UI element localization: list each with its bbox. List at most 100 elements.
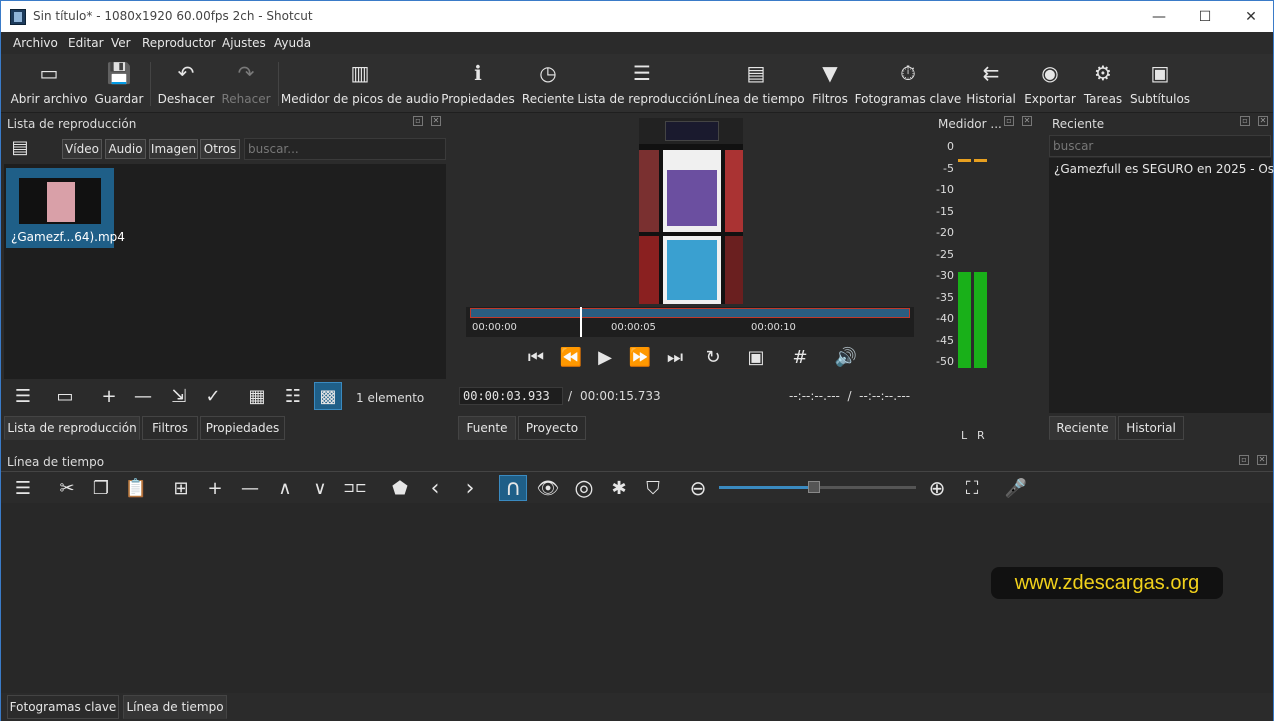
ripple-markers-icon[interactable]: ⛉ — [639, 475, 667, 501]
paste-icon[interactable]: 📋 — [122, 475, 150, 501]
filter-audio-button[interactable]: Audio — [105, 139, 146, 159]
add-icon[interactable]: + — [95, 382, 123, 410]
ripple-icon[interactable]: ◎ — [570, 475, 598, 501]
marker-icon[interactable]: ⬟ — [386, 475, 414, 501]
keyframes-button[interactable]: ⏱ Fotogramas clave — [855, 54, 962, 113]
zoom-preview-icon[interactable]: ▣ — [742, 343, 770, 371]
filters-button[interactable]: ▼ Filtros — [809, 54, 851, 113]
filter-other-button[interactable]: Otros — [200, 139, 240, 159]
playlist-menu-icon[interactable]: ☰ — [9, 382, 37, 410]
playlist-search-input[interactable]: buscar... — [244, 138, 446, 160]
tab-recent[interactable]: Reciente — [1049, 416, 1116, 440]
add-icon[interactable]: + — [201, 475, 229, 501]
undock-icon[interactable]: ▫ — [413, 116, 423, 126]
properties-button[interactable]: ℹ Propiedades — [441, 54, 515, 113]
zoom-slider[interactable] — [719, 481, 916, 493]
next-marker-icon[interactable]: › — [456, 475, 484, 501]
menu-editar[interactable]: Editar — [68, 36, 104, 50]
zoom-slider-handle[interactable] — [807, 481, 820, 493]
tab-playlist[interactable]: Lista de reproducción — [4, 416, 140, 440]
tab-properties[interactable]: Propiedades — [200, 416, 285, 440]
grid-icon[interactable]: # — [786, 343, 814, 371]
menu-archivo[interactable]: Archivo — [13, 36, 58, 50]
grid-view-icon[interactable]: ▩ — [314, 382, 342, 410]
check-icon[interactable]: ✓ — [199, 382, 227, 410]
menu-icon[interactable]: ☰ — [9, 475, 37, 501]
playlist-item[interactable]: ¿Gamezf...64).mp4 — [6, 168, 125, 248]
tab-timeline[interactable]: Línea de tiempo — [123, 695, 227, 719]
playlist-button[interactable]: ☰ Lista de reproducción — [577, 54, 706, 113]
filter-image-button[interactable]: Imagen — [149, 139, 198, 159]
tab-source[interactable]: Fuente — [458, 416, 516, 440]
undock-icon[interactable]: ▫ — [1239, 455, 1249, 465]
playlist-view-icon[interactable]: ▤ — [9, 137, 31, 159]
shotcut-logo-icon — [10, 9, 26, 25]
scrubber[interactable]: 00:00:00 00:00:05 00:00:10 — [466, 307, 914, 337]
menu-ayuda[interactable]: Ayuda — [274, 36, 311, 50]
timeline-button[interactable]: ▤ Línea de tiempo — [707, 54, 804, 113]
close-panel-icon[interactable]: ✕ — [431, 116, 441, 126]
append-icon[interactable]: ⊞ — [167, 475, 195, 501]
close-button[interactable]: ✕ — [1228, 1, 1274, 32]
audio-peak-meter-button[interactable]: ▥ Medidor de picos de audio — [281, 54, 439, 113]
playhead[interactable] — [580, 307, 582, 337]
open-file-button[interactable]: ▭ Abrir archivo — [9, 54, 89, 113]
close-panel-icon[interactable]: ✕ — [1257, 455, 1267, 465]
zoom-fit-icon[interactable]: ⛶ — [958, 475, 986, 501]
subtitles-button[interactable]: ▣ Subtítulos — [1129, 54, 1191, 113]
remove-icon[interactable]: — — [129, 382, 157, 410]
tab-history[interactable]: Historial — [1118, 416, 1184, 440]
skip-next-icon[interactable]: ⏭ — [661, 343, 689, 371]
current-time-input[interactable]: 00:00:03.933 — [459, 387, 563, 405]
recent-item[interactable]: ¿Gamezfull es SEGURO en 2025 - Oscar... — [1054, 162, 1274, 176]
copy-icon[interactable]: ❐ — [87, 475, 115, 501]
record-audio-icon[interactable]: 🎤 — [1002, 475, 1030, 501]
minimize-button[interactable]: — — [1136, 1, 1182, 32]
menu-reproductor[interactable]: Reproductor — [142, 36, 216, 50]
zoom-in-icon[interactable]: ⊕ — [923, 475, 951, 501]
history-button[interactable]: ⇇ Historial — [965, 54, 1017, 113]
menu-bar: Archivo Editar Ver Reproductor Ajustes A… — [1, 32, 1273, 54]
undock-icon[interactable]: ▫ — [1004, 116, 1014, 126]
open-folder-icon[interactable]: ▭ — [51, 382, 79, 410]
skip-previous-icon[interactable]: ⏮ — [522, 343, 550, 371]
filter-video-button[interactable]: Vídeo — [62, 139, 102, 159]
remove-icon[interactable]: — — [236, 475, 264, 501]
zoom-out-icon[interactable]: ⊖ — [684, 475, 712, 501]
close-panel-icon[interactable]: ✕ — [1022, 116, 1032, 126]
rewind-icon[interactable]: ⏪ — [557, 343, 585, 371]
update-icon[interactable]: ⇲ — [165, 382, 193, 410]
play-icon[interactable]: ▶ — [591, 343, 619, 371]
recent-button[interactable]: ◷ Reciente — [521, 54, 575, 113]
tab-keyframes[interactable]: Fotogramas clave — [7, 695, 119, 719]
maximize-button[interactable]: ☐ — [1182, 1, 1228, 32]
cut-icon[interactable]: ✂ — [53, 475, 81, 501]
snap-icon[interactable]: ∩ — [499, 475, 527, 501]
lift-icon[interactable]: ∧ — [271, 475, 299, 501]
export-button[interactable]: ◉ Exportar — [1023, 54, 1077, 113]
undock-icon[interactable]: ▫ — [1240, 116, 1250, 126]
prev-marker-icon[interactable]: ‹ — [421, 475, 449, 501]
audio-meter-panel: Medidor ... ▫ ✕ 0 -5 -10 -15 -20 -25 -30 -35 -40… — [934, 114, 1044, 443]
details-view-icon[interactable]: ▦ — [243, 382, 271, 410]
jobs-button[interactable]: ⚙ Tareas — [1083, 54, 1123, 113]
menu-ajustes[interactable]: Ajustes — [222, 36, 266, 50]
redo-button[interactable]: ↷ Rehacer — [220, 54, 272, 113]
scrub-icon[interactable]: 👁 — [534, 475, 562, 501]
recent-search-input[interactable]: buscar — [1049, 135, 1271, 157]
undo-button[interactable]: ↶ Deshacer — [157, 54, 215, 113]
meter-scale-label: -35 — [936, 290, 954, 304]
menu-ver[interactable]: Ver — [111, 36, 131, 50]
tab-project[interactable]: Proyecto — [518, 416, 586, 440]
split-icon[interactable]: ⊐⊏ — [341, 475, 369, 501]
close-panel-icon[interactable]: ✕ — [1258, 116, 1268, 126]
tab-filters[interactable]: Filtros — [142, 416, 198, 440]
ripple-all-icon[interactable]: ✱ — [605, 475, 633, 501]
overwrite-icon[interactable]: ∨ — [306, 475, 334, 501]
save-button[interactable]: 💾 Guardar — [93, 54, 145, 113]
volume-icon[interactable]: 🔊 — [832, 343, 860, 371]
loop-icon[interactable]: ↻ — [699, 343, 727, 371]
scrubber-bar[interactable] — [470, 308, 910, 318]
fast-forward-icon[interactable]: ⏩ — [626, 343, 654, 371]
list-view-icon[interactable]: ☷ — [279, 382, 307, 410]
